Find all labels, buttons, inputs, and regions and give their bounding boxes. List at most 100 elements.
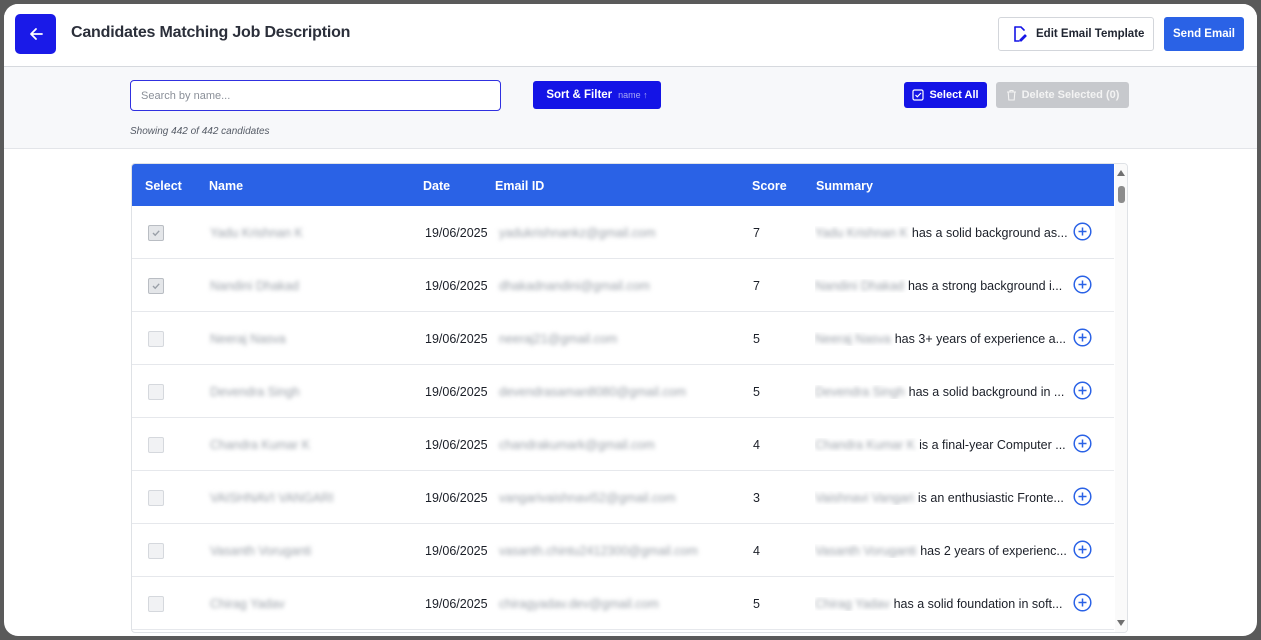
check-icon xyxy=(152,283,160,290)
expand-summary-icon[interactable] xyxy=(1073,487,1092,509)
candidate-email: vasanth.chintu2412300@gmail.com xyxy=(499,544,698,558)
candidate-name: Chandra Kumar K xyxy=(210,438,311,452)
scroll-up-icon[interactable] xyxy=(1117,170,1125,176)
row-checkbox[interactable] xyxy=(148,596,164,612)
summary-candidate-name: Nandini Dhakad xyxy=(815,279,904,293)
select-all-button[interactable]: Select All xyxy=(904,82,987,108)
expand-summary-icon[interactable] xyxy=(1073,381,1092,403)
candidate-date: 19/06/2025 xyxy=(425,226,488,240)
candidate-score: 5 xyxy=(753,332,760,346)
select-all-label: Select All xyxy=(929,89,979,101)
delete-selected-label: Delete Selected (0) xyxy=(1021,89,1120,101)
sort-filter-label: Sort & Filter xyxy=(546,89,613,101)
summary-text: has a solid foundation in soft... xyxy=(893,597,1063,611)
candidate-score: 4 xyxy=(753,544,760,558)
candidate-score: 5 xyxy=(753,597,760,611)
table-row[interactable]: Nandini Dhakad 19/06/2025 dhakadnandini@gm… xyxy=(132,259,1114,312)
candidate-summary: Yadu Krishnan Khas a solid background as… xyxy=(815,226,1069,240)
candidate-summary: Chandra Kumar Kis a final-year Computer … xyxy=(815,438,1069,452)
candidate-summary: Neeraj Nasva has 3+ years of experience a… xyxy=(815,332,1069,346)
candidate-score: 7 xyxy=(753,279,760,293)
sort-state-label: name ↑ xyxy=(618,90,648,100)
row-checkbox[interactable] xyxy=(148,278,164,294)
column-header-date[interactable]: Date xyxy=(423,179,450,193)
expand-summary-icon[interactable] xyxy=(1073,275,1092,297)
summary-candidate-name: Yadu Krishnan K xyxy=(815,226,908,240)
candidate-score: 5 xyxy=(753,385,760,399)
summary-candidate-name: Neeraj Nasva xyxy=(815,332,891,346)
candidate-name: VAISHNAVI VANGARI xyxy=(210,491,334,505)
candidate-date: 19/06/2025 xyxy=(425,597,488,611)
send-email-button[interactable]: Send Email xyxy=(1164,17,1244,51)
summary-candidate-name: Devendra Singh xyxy=(815,385,905,399)
candidate-email: chandrakumark@gmail.com xyxy=(499,438,655,452)
row-checkbox[interactable] xyxy=(148,331,164,347)
expand-summary-icon[interactable] xyxy=(1073,328,1092,350)
page-header: Candidates Matching Job Description Edit… xyxy=(4,4,1257,67)
row-checkbox[interactable] xyxy=(148,490,164,506)
candidate-score: 7 xyxy=(753,226,760,240)
column-header-score[interactable]: Score xyxy=(752,179,787,193)
candidate-name: Neeraj Nasva xyxy=(210,332,286,346)
filter-toolbar: Sort & Filter name ↑ Showing 442 of 442 … xyxy=(4,67,1257,149)
candidate-name: Nandini Dhakad xyxy=(210,279,299,293)
candidate-date: 19/06/2025 xyxy=(425,332,488,346)
candidate-date: 19/06/2025 xyxy=(425,438,488,452)
candidate-summary: Chirag Yadav has a solid foundation in so… xyxy=(815,597,1069,611)
candidate-email: dhakadnandini@gmail.com xyxy=(499,279,650,293)
summary-text: has 3+ years of experience a... xyxy=(894,332,1067,346)
candidate-date: 19/06/2025 xyxy=(425,491,488,505)
expand-summary-icon[interactable] xyxy=(1073,540,1092,562)
table-row[interactable]: Yadu Krishnan K 19/06/2025 yadukrishnankz@… xyxy=(132,206,1114,259)
table-row[interactable]: Vasanth Voruganti 19/06/2025 vasanth.chint… xyxy=(132,524,1114,577)
check-icon xyxy=(152,230,160,237)
candidate-email: devendrasaman8080@gmail.com xyxy=(499,385,687,399)
expand-summary-icon[interactable] xyxy=(1073,222,1092,244)
summary-text: has 2 years of experienc... xyxy=(920,544,1067,558)
candidate-name: Devendra Singh xyxy=(210,385,300,399)
candidate-summary: Vasanth Voruganti has 2 years of experien… xyxy=(815,544,1069,558)
table-row[interactable]: Chirag Yadav 19/06/2025 chiragyadav.dev@gm… xyxy=(132,577,1114,630)
column-header-name[interactable]: Name xyxy=(209,179,243,193)
table-scrollbar[interactable] xyxy=(1115,164,1127,632)
delete-selected-button[interactable]: Delete Selected (0) xyxy=(996,82,1129,108)
edit-email-template-label: Edit Email Template xyxy=(1036,28,1145,40)
candidate-name: Yadu Krishnan K xyxy=(210,226,303,240)
edit-document-icon xyxy=(1014,26,1027,42)
column-header-email[interactable]: Email ID xyxy=(495,179,544,193)
trash-icon xyxy=(1006,89,1016,101)
table-row[interactable]: Devendra Singh 19/06/2025 devendrasaman808… xyxy=(132,365,1114,418)
app-window: Candidates Matching Job Description Edit… xyxy=(4,4,1257,636)
table-row[interactable]: Chandra Kumar K 19/06/2025 chandrakumark@g… xyxy=(132,418,1114,471)
scroll-down-icon[interactable] xyxy=(1117,620,1125,626)
summary-text: is an enthusiastic Fronte... xyxy=(917,491,1064,505)
column-header-summary[interactable]: Summary xyxy=(816,179,873,193)
summary-text: has a solid background in ... xyxy=(908,385,1065,399)
row-checkbox[interactable] xyxy=(148,543,164,559)
back-button[interactable] xyxy=(15,14,56,54)
expand-summary-icon[interactable] xyxy=(1073,593,1092,615)
candidate-date: 19/06/2025 xyxy=(425,385,488,399)
column-header-select[interactable]: Select xyxy=(145,179,182,193)
summary-candidate-name: Chirag Yadav xyxy=(815,597,890,611)
candidates-table: Select Name Date Email ID Score Summary … xyxy=(131,163,1128,633)
candidate-email: neeraj21@gmail.com xyxy=(499,332,618,346)
scroll-thumb[interactable] xyxy=(1118,186,1125,203)
summary-candidate-name: Vaishnavi Vangari xyxy=(815,491,914,505)
edit-email-template-button[interactable]: Edit Email Template xyxy=(998,17,1154,51)
search-input[interactable] xyxy=(130,80,501,111)
summary-text: has a solid background as... xyxy=(911,226,1068,240)
candidate-email: chiragyadav.dev@gmail.com xyxy=(499,597,659,611)
summary-text: has a strong background i... xyxy=(907,279,1063,293)
expand-summary-icon[interactable] xyxy=(1073,434,1092,456)
page-title: Candidates Matching Job Description xyxy=(71,24,351,41)
result-count: Showing 442 of 442 candidates xyxy=(130,126,270,137)
candidate-score: 4 xyxy=(753,438,760,452)
table-row[interactable]: VAISHNAVI VANGARI 19/06/2025 vangarivaishn… xyxy=(132,471,1114,524)
row-checkbox[interactable] xyxy=(148,384,164,400)
row-checkbox[interactable] xyxy=(148,225,164,241)
sort-filter-button[interactable]: Sort & Filter name ↑ xyxy=(533,81,661,109)
table-row[interactable]: Neeraj Nasva 19/06/2025 neeraj21@gmail.com… xyxy=(132,312,1114,365)
candidate-score: 3 xyxy=(753,491,760,505)
row-checkbox[interactable] xyxy=(148,437,164,453)
